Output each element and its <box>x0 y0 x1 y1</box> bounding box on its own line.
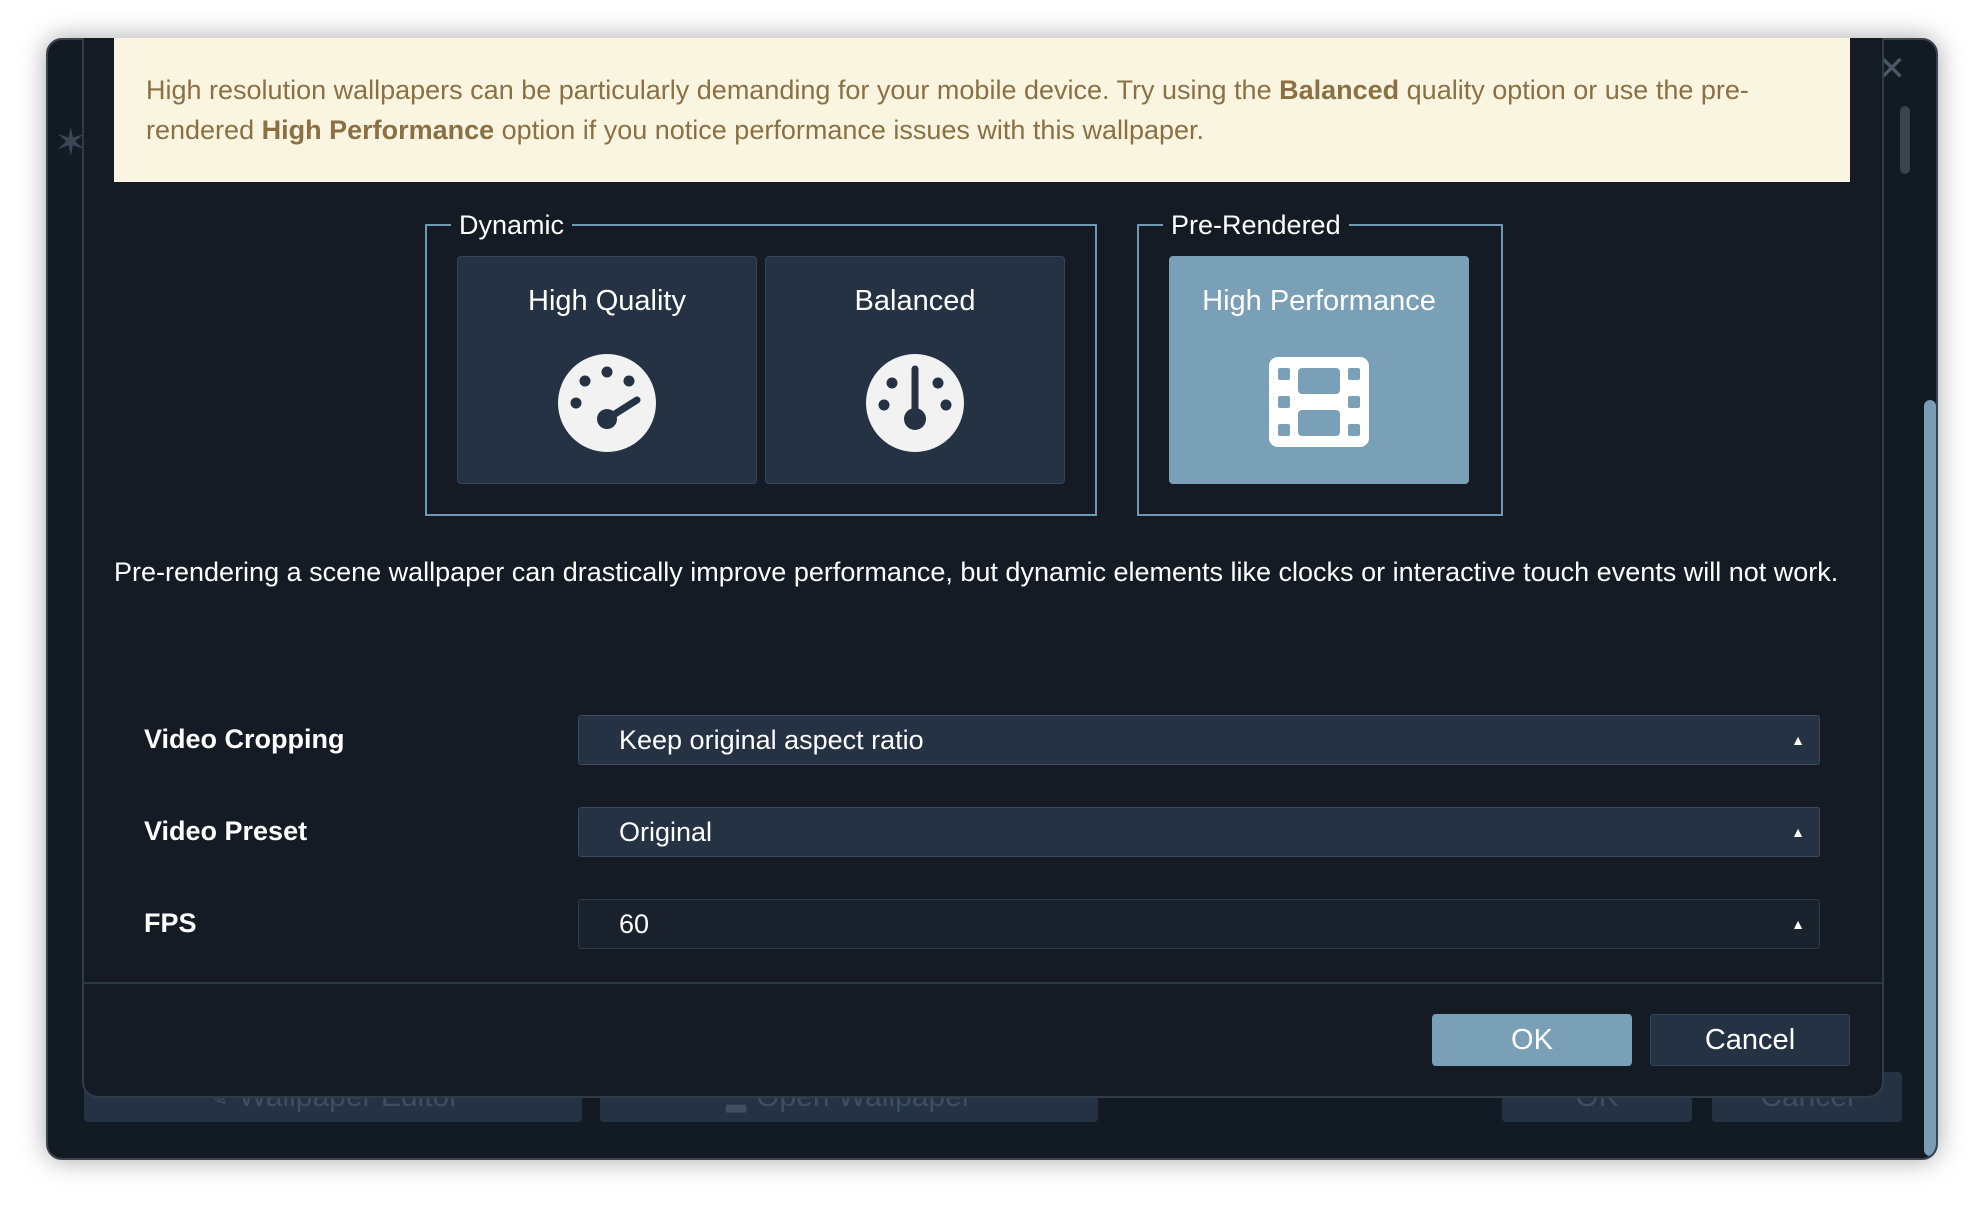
caret-up-icon: ▲ <box>1791 732 1805 748</box>
prerender-description: Pre-rendering a scene wallpaper can dras… <box>114 557 1839 587</box>
wallpaper-quality-dialog: High resolution wallpapers can be partic… <box>82 38 1884 1098</box>
fps-select[interactable]: 60 ▲ <box>578 899 1820 949</box>
ok-button[interactable]: OK <box>1432 1014 1632 1066</box>
video-preset-select[interactable]: Original ▲ <box>578 807 1820 857</box>
gauge-balanced-icon <box>866 354 964 452</box>
high-performance-option[interactable]: High Performance <box>1169 256 1469 484</box>
performance-warning: High resolution wallpapers can be partic… <box>114 38 1850 182</box>
fps-label: FPS <box>144 908 197 938</box>
gauge-high-icon <box>558 354 656 452</box>
dynamic-legend: Dynamic <box>451 208 573 242</box>
dynamic-group: Dynamic High Quality Balanced <box>425 208 1097 516</box>
film-icon <box>1269 357 1369 447</box>
option-label: High Quality <box>528 285 686 317</box>
option-label: Balanced <box>854 285 976 317</box>
prerendered-legend: Pre-Rendered <box>1163 208 1349 242</box>
video-cropping-select[interactable]: Keep original aspect ratio ▲ <box>578 715 1820 765</box>
option-label: High Performance <box>1202 285 1436 317</box>
video-cropping-label: Video Cropping <box>144 724 345 754</box>
cancel-button[interactable]: Cancel <box>1650 1014 1850 1066</box>
prerendered-group: Pre-Rendered High Performance <box>1137 208 1503 516</box>
background-scrollbar-thumb[interactable] <box>1900 106 1910 174</box>
high-quality-option[interactable]: High Quality <box>457 256 757 484</box>
outer-scrollbar[interactable] <box>1924 400 1936 1156</box>
caret-up-icon: ▲ <box>1791 916 1805 932</box>
video-preset-label: Video Preset <box>144 816 308 846</box>
footer-divider <box>84 982 1882 984</box>
caret-up-icon: ▲ <box>1791 824 1805 840</box>
balanced-option[interactable]: Balanced <box>765 256 1065 484</box>
